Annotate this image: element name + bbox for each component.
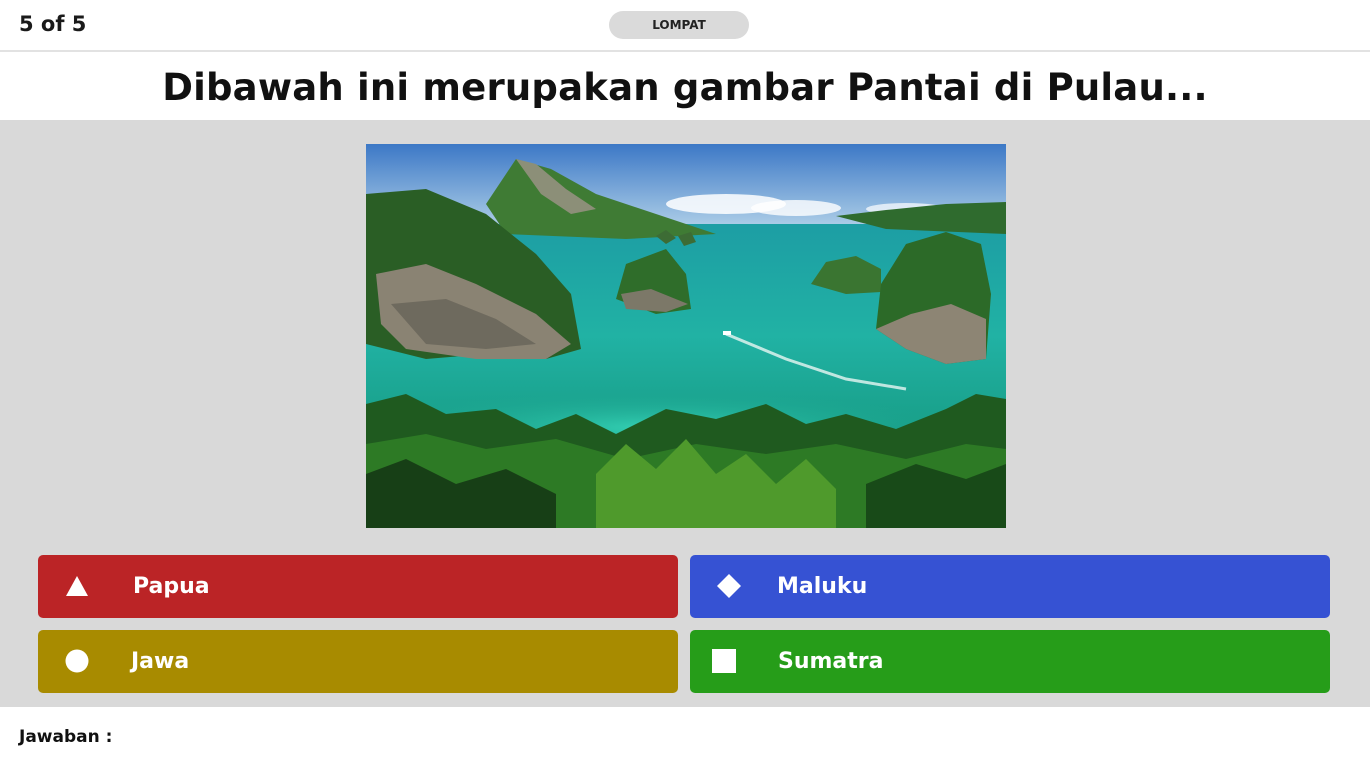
answer-option-papua[interactable]: Papua bbox=[38, 555, 678, 618]
question-text: Dibawah ini merupakan gambar Pantai di P… bbox=[162, 65, 1208, 109]
answer-option-jawa[interactable]: Jawa bbox=[38, 630, 678, 693]
answer-label: Maluku bbox=[777, 574, 868, 599]
triangle-icon bbox=[66, 576, 88, 596]
skip-button[interactable]: LOMPAT bbox=[609, 11, 749, 39]
question-stage: Papua Maluku Jawa Sumatra bbox=[0, 120, 1370, 707]
top-bar: 5 of 5 LOMPAT bbox=[0, 0, 1370, 52]
question-bar: Dibawah ini merupakan gambar Pantai di P… bbox=[0, 54, 1370, 120]
diamond-icon bbox=[717, 574, 741, 598]
answer-option-maluku[interactable]: Maluku bbox=[690, 555, 1330, 618]
answer-option-sumatra[interactable]: Sumatra bbox=[690, 630, 1330, 693]
answer-label: Jawa bbox=[131, 649, 190, 674]
answer-label: Sumatra bbox=[778, 649, 884, 674]
answer-footer: Jawaban : bbox=[0, 707, 1370, 768]
square-icon bbox=[712, 649, 736, 673]
circle-icon bbox=[65, 649, 89, 673]
answer-label: Papua bbox=[133, 574, 210, 599]
question-counter: 5 of 5 bbox=[19, 12, 87, 36]
question-image bbox=[366, 144, 1006, 528]
answer-status-label: Jawaban : bbox=[19, 727, 113, 747]
